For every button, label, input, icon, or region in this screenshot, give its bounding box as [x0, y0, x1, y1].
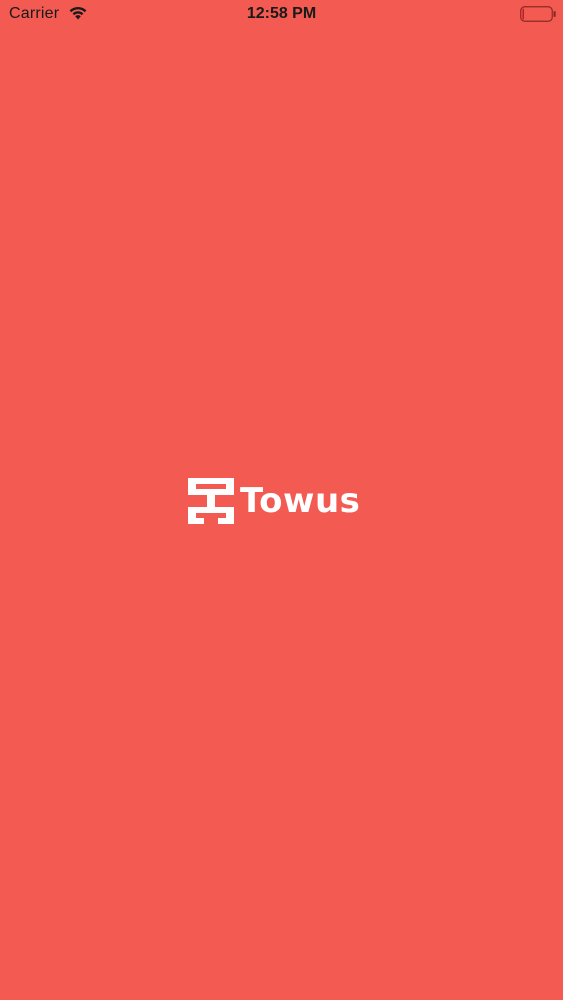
brand-name: Towus: [240, 481, 361, 521]
towus-logo-mark-icon: [188, 478, 234, 524]
clock: 12:58 PM: [246, 5, 317, 22]
splash-logo: Towus: [188, 478, 378, 524]
status-bar: Carrier 12:58 PM: [0, 0, 563, 28]
battery-icon: [520, 6, 556, 22]
